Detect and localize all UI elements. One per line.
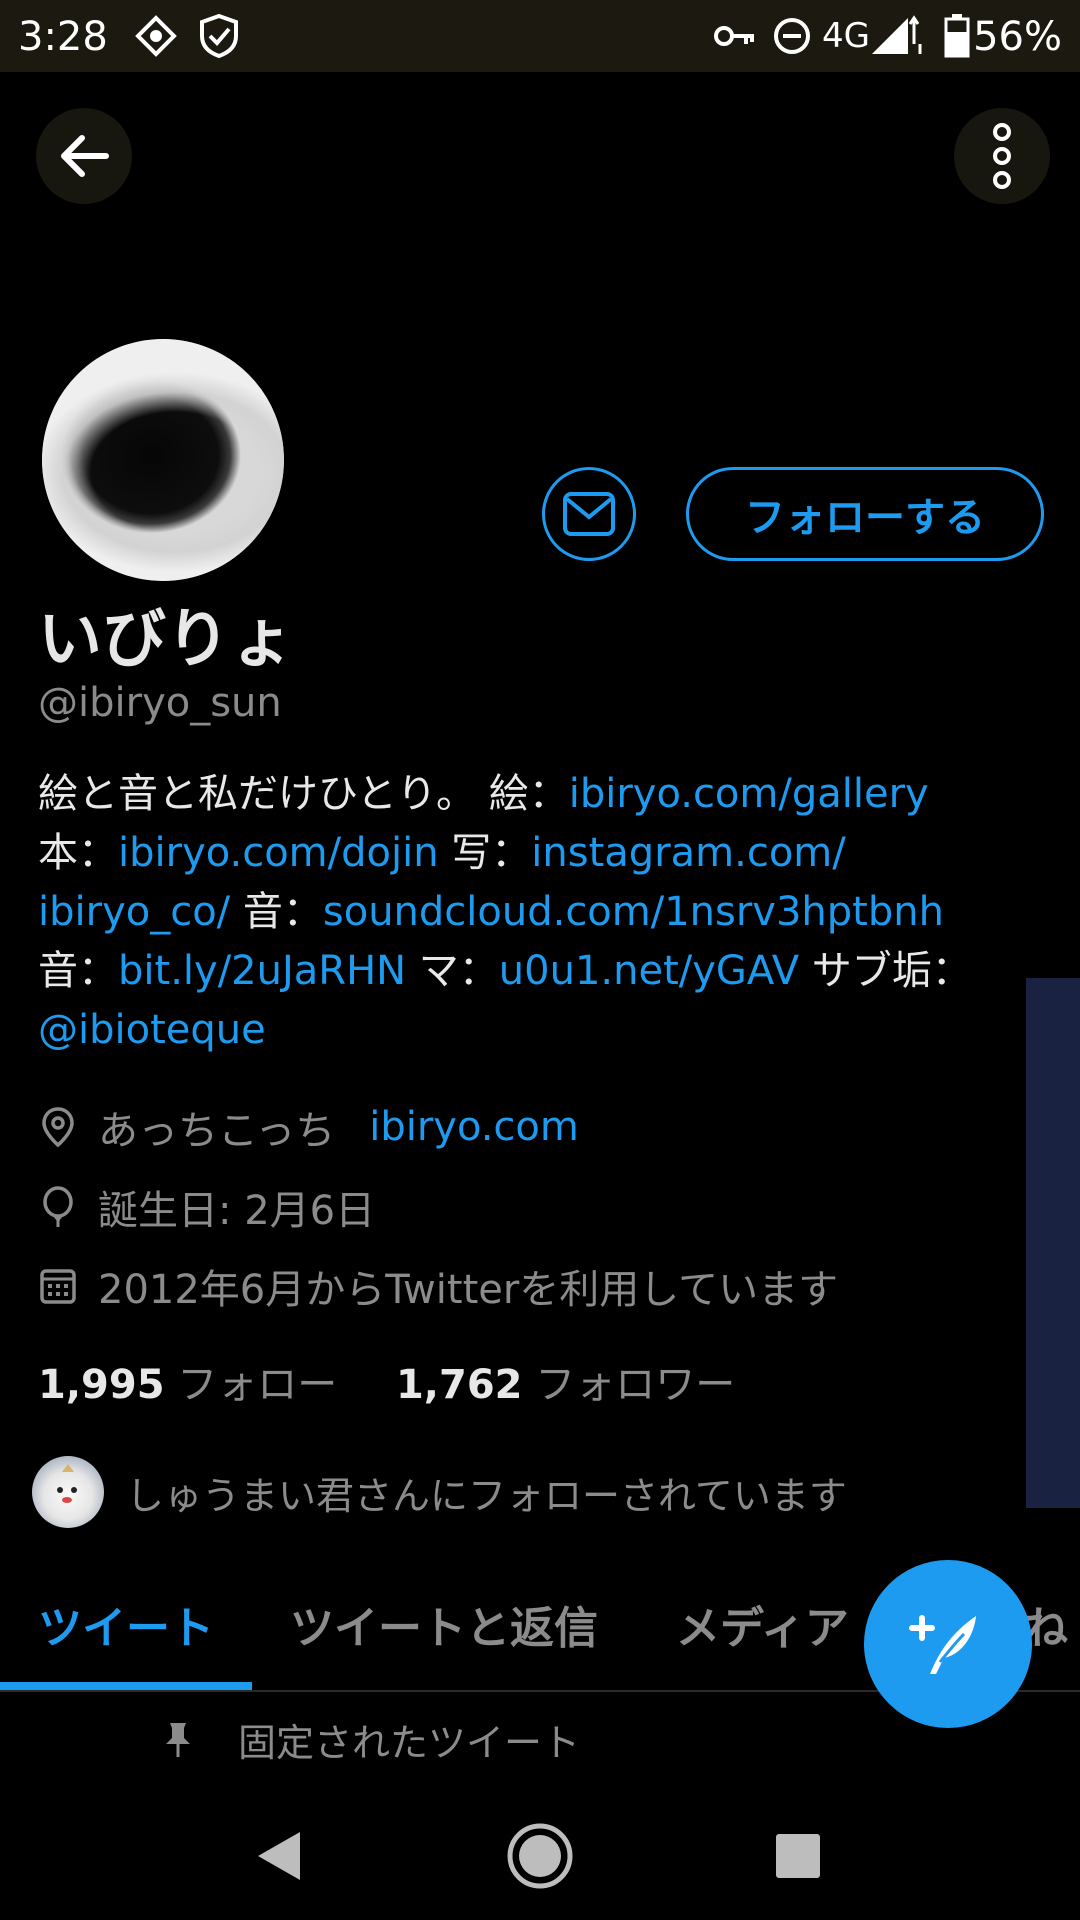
following-link[interactable]: 1,995 フォロー xyxy=(38,1362,337,1408)
pinned-label: 固定されたツイート xyxy=(238,1721,581,1765)
signal-icon xyxy=(868,14,924,67)
location-text: あっちこっち xyxy=(98,1108,336,1154)
joined-text: 2012年6月からTwitterを利用しています xyxy=(98,1267,839,1313)
bio-text: サブ垢： xyxy=(799,948,972,994)
following-label: フォロー xyxy=(177,1362,338,1408)
compose-tweet-icon xyxy=(909,1615,976,1674)
bio-link[interactable]: instagram.com/ xyxy=(531,830,845,876)
avatar[interactable] xyxy=(38,335,288,585)
birthday-row: 誕生日: 2月6日 xyxy=(38,1178,375,1236)
nav-home-icon[interactable] xyxy=(505,1821,575,1891)
follow-counts: 1,995 フォロー 1,762 フォロワー xyxy=(38,1352,735,1410)
mail-icon xyxy=(563,492,615,536)
battery-percent: 56% xyxy=(973,14,1062,60)
birthday-text: 誕生日: 2月6日 xyxy=(98,1188,376,1234)
followers-label: フォロワー xyxy=(535,1362,736,1408)
bio-line: 音：bit.ly/2uJaRHN マ：u0u1.net/yGAV サブ垢： xyxy=(38,942,1038,1001)
bio-link[interactable]: soundcloud.com/1nsrv3hptbnh xyxy=(323,889,944,935)
bio-line: 絵と音と私だけひとり。 絵：ibiryo.com/gallery xyxy=(38,765,1038,824)
tab-media[interactable]: メディア xyxy=(676,1592,849,1656)
bio-line: ibiryo_co/ 音：soundcloud.com/1nsrv3hptbnh xyxy=(38,883,1038,942)
follow-button[interactable]: フォローする xyxy=(686,467,1044,561)
bio-link[interactable]: ibiryo.com/dojin xyxy=(118,830,439,876)
scroll-indicator[interactable] xyxy=(1026,978,1080,1508)
following-count: 1,995 xyxy=(38,1362,165,1408)
followers-count: 1,762 xyxy=(395,1362,523,1408)
status-bar: 3:28 4G 56% xyxy=(0,0,1080,72)
active-tab-indicator xyxy=(0,1682,252,1690)
location-diamond-icon xyxy=(134,14,178,67)
shield-check-icon xyxy=(196,12,242,69)
location-row: あっちこっち ibiryo.com xyxy=(38,1098,579,1156)
user-handle: @ibiryo_sun xyxy=(38,680,282,726)
bio-text: 絵と音と私だけひとり。 絵： xyxy=(38,771,569,817)
arrow-left-icon xyxy=(61,135,109,177)
battery-icon xyxy=(944,12,970,67)
do-not-disturb-icon xyxy=(772,16,812,65)
bio-text: 写： xyxy=(438,830,532,876)
display-name: いびりょ xyxy=(38,603,294,677)
more-vertical-icon xyxy=(993,123,1011,189)
bio-link[interactable]: ibiryo.com/gallery xyxy=(569,771,929,817)
direct-message-button[interactable] xyxy=(542,467,636,561)
system-nav-bar xyxy=(0,1790,1080,1920)
back-button[interactable] xyxy=(36,108,132,204)
bio-text: 音： xyxy=(38,948,118,994)
more-options-button[interactable] xyxy=(954,108,1050,204)
bio-link[interactable]: bit.ly/2uJaRHN xyxy=(118,948,406,994)
nav-recents-icon[interactable] xyxy=(774,1832,822,1880)
pinned-tweet-header: 固定されたツイート xyxy=(160,1712,580,1767)
followed-by-row[interactable]: しゅうまい君さんにフォローされています xyxy=(32,1456,847,1528)
pin-icon xyxy=(166,1722,190,1757)
bio-link[interactable]: u0u1.net/yGAV xyxy=(499,948,799,994)
joined-row: 2012年6月からTwitterを利用しています xyxy=(38,1257,838,1315)
bio-text: 本： xyxy=(38,830,118,876)
bio-mention-link[interactable]: @ibioteque xyxy=(38,1007,266,1053)
bio-link[interactable]: ibiryo_co/ xyxy=(38,889,230,935)
location-pin-icon xyxy=(42,1107,74,1148)
bio-text: マ： xyxy=(406,948,499,994)
compose-tweet-button[interactable] xyxy=(864,1560,1032,1728)
profile-bio: 絵と音と私だけひとり。 絵：ibiryo.com/gallery 本：ibiry… xyxy=(38,765,1038,1060)
tab-tweets[interactable]: ツイート xyxy=(38,1592,214,1656)
tab-tweets-and-replies[interactable]: ツイートと返信 xyxy=(290,1592,598,1656)
bio-line: @ibioteque xyxy=(38,1001,1038,1060)
website-link[interactable]: ibiryo.com xyxy=(369,1104,579,1150)
follower-avatar xyxy=(32,1456,104,1528)
calendar-icon xyxy=(40,1269,76,1304)
followers-link[interactable]: 1,762 フォロワー xyxy=(396,1362,735,1408)
followed-by-text: しゅうまい君さんにフォローされています xyxy=(126,1473,847,1518)
bio-line: 本：ibiryo.com/dojin 写：instagram.com/ xyxy=(38,824,1038,883)
balloon-icon xyxy=(43,1186,73,1227)
status-time: 3:28 xyxy=(18,14,108,60)
nav-back-icon[interactable] xyxy=(254,1828,304,1884)
key-icon xyxy=(712,18,756,63)
bio-text: 音： xyxy=(230,889,323,935)
network-type: 4G xyxy=(822,16,870,56)
